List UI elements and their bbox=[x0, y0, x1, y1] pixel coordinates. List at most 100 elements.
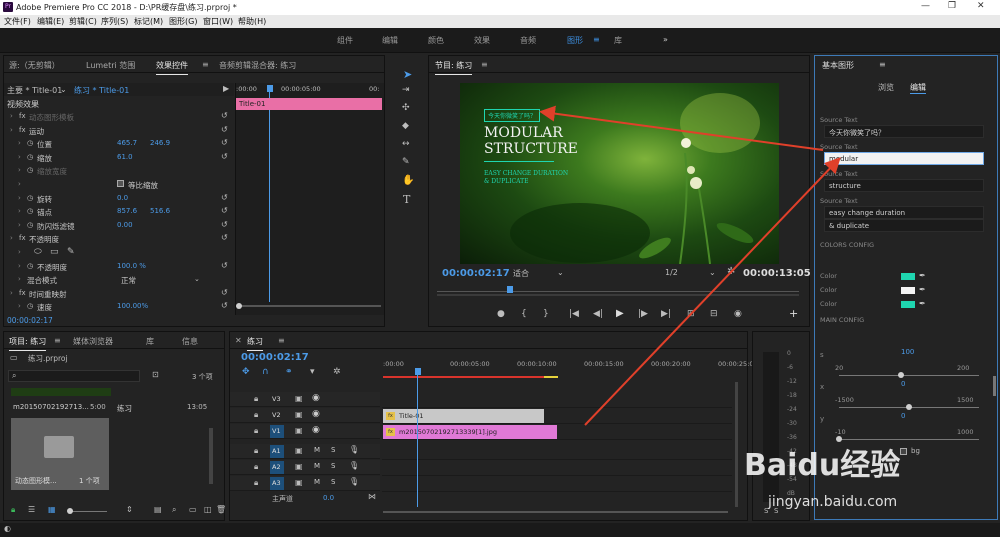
reset-icon[interactable]: ↺ bbox=[221, 206, 228, 215]
go-to-in-icon[interactable]: |◀ bbox=[569, 309, 579, 319]
wrench-icon[interactable]: ✲ bbox=[727, 266, 735, 277]
tab-project[interactable]: 项目: 练习 bbox=[9, 336, 47, 351]
slip-tool-icon[interactable]: ↔ bbox=[402, 139, 410, 149]
expand-toggle-icon[interactable]: › bbox=[18, 262, 21, 270]
sequence-clip[interactable]: 练习 * Title-01 bbox=[74, 85, 129, 96]
effect-value[interactable]: 246.9 bbox=[150, 139, 170, 147]
timeline-title[interactable]: 练习 bbox=[247, 336, 263, 351]
fx-badge[interactable]: fx bbox=[19, 112, 26, 120]
effect-value[interactable]: 100.00% bbox=[117, 302, 148, 310]
effect-row[interactable]: › ◷ 不透明度 100.0 % ↺ bbox=[4, 261, 234, 274]
zoom-slider-knob[interactable] bbox=[67, 508, 73, 514]
reset-icon[interactable]: ↺ bbox=[221, 125, 228, 134]
source-text-field[interactable]: & duplicate bbox=[824, 219, 984, 232]
solo-button[interactable]: S bbox=[331, 478, 335, 486]
tab-lumetri[interactable]: Lumetri 范围 bbox=[86, 60, 135, 71]
tab-media-browser[interactable]: 媒体浏览器 bbox=[73, 336, 113, 347]
rect-mask-icon[interactable]: ▭ bbox=[50, 247, 59, 257]
track-lock-icon[interactable]: 🔒︎ bbox=[254, 446, 258, 456]
expand-toggle-icon[interactable]: › bbox=[10, 289, 13, 297]
new-item-icon[interactable]: ◫ bbox=[204, 505, 212, 514]
lift-icon[interactable]: ⊞ bbox=[687, 309, 695, 319]
timeline-timecode[interactable]: 00:00:02:17 bbox=[241, 352, 309, 363]
tab-libraries[interactable]: 库 bbox=[146, 336, 154, 347]
new-bin-bottom-icon[interactable]: ▭ bbox=[189, 505, 197, 514]
expand-toggle-icon[interactable]: › bbox=[18, 248, 21, 256]
solo-button[interactable]: S bbox=[331, 462, 335, 470]
selection-tool-icon[interactable]: ➤ bbox=[403, 68, 412, 81]
ripple-edit-tool-icon[interactable]: ✣ bbox=[402, 103, 410, 113]
blend-mode-select[interactable]: 正常 bbox=[121, 275, 136, 286]
stopwatch-icon[interactable]: ◷ bbox=[27, 262, 33, 270]
mic-icon[interactable]: 🎙︎ bbox=[349, 477, 359, 486]
step-forward-icon[interactable]: |▶ bbox=[638, 309, 648, 319]
menu-help[interactable]: 帮助(H) bbox=[238, 16, 266, 27]
ec-scrollbar[interactable] bbox=[239, 305, 381, 307]
source-text-field[interactable]: structure bbox=[824, 179, 984, 192]
master-end-icon[interactable]: ⋈ bbox=[368, 492, 376, 501]
timeline-scrollbar[interactable] bbox=[383, 511, 728, 513]
eg-scrollbar[interactable] bbox=[993, 376, 996, 396]
effect-row[interactable]: › ◷ 速度 100.00% ↺ bbox=[4, 301, 234, 314]
ec-timecode[interactable]: 00:00:02:17 bbox=[7, 316, 53, 325]
item-name-sequence[interactable]: 练习 bbox=[117, 403, 132, 414]
minimize-icon[interactable]: — bbox=[921, 1, 930, 11]
expand-toggle-icon[interactable]: › bbox=[10, 112, 13, 120]
track-select-tool-icon[interactable]: ⇥ bbox=[402, 85, 410, 95]
sync-lock-icon[interactable]: ▣ bbox=[295, 410, 303, 419]
snap-icon[interactable]: ∩ bbox=[262, 367, 269, 377]
fx-badge[interactable]: fx bbox=[19, 126, 26, 134]
menu-sequence[interactable]: 序列(S) bbox=[101, 16, 128, 27]
item-name-image[interactable]: m20150702192713... bbox=[13, 403, 89, 411]
fx-badge[interactable]: fx bbox=[19, 234, 26, 242]
add-marker-icon[interactable]: ▾ bbox=[310, 367, 315, 377]
effect-row[interactable]: › ◷ 旋转 0.0 ↺ bbox=[4, 193, 234, 206]
sync-lock-icon[interactable]: ▣ bbox=[295, 426, 303, 435]
stopwatch-icon[interactable]: ◷ bbox=[27, 166, 33, 174]
source-text-field[interactable]: easy change duration bbox=[824, 206, 984, 219]
track-lock-icon[interactable]: 🔒︎ bbox=[254, 410, 258, 420]
video-preview[interactable]: 今天你微笑了吗？ MODULAR STRUCTURE EASY CHANGE D… bbox=[460, 83, 779, 264]
effect-row[interactable]: › ⬭ ▭ ✎ bbox=[4, 247, 234, 260]
workspace-assembly[interactable]: 组件 bbox=[337, 35, 353, 46]
program-zoom-bar[interactable] bbox=[437, 294, 799, 296]
reset-icon[interactable]: ↺ bbox=[221, 288, 228, 297]
timeline-clip[interactable]: fx m20150702192713339[1].jpg bbox=[383, 425, 558, 439]
icon-view-icon[interactable]: ▦ bbox=[48, 505, 56, 514]
master-value[interactable]: 0.0 bbox=[323, 494, 334, 502]
add-button-icon[interactable]: + bbox=[789, 307, 798, 320]
effect-row[interactable]: › fx 时间重映射 ↺ bbox=[4, 288, 234, 301]
reset-icon[interactable]: ↺ bbox=[221, 220, 228, 229]
eye-icon[interactable]: ◉ bbox=[312, 409, 320, 419]
effect-value[interactable]: 61.0 bbox=[117, 153, 133, 161]
effect-value[interactable]: 100.0 % bbox=[117, 262, 146, 270]
ec-clip-bar[interactable]: Title-01 bbox=[236, 98, 382, 110]
list-view-icon[interactable]: ☰ bbox=[28, 505, 35, 514]
hand-tool-icon[interactable]: ✋ bbox=[402, 175, 414, 186]
master-clip[interactable]: 主要 * Title-01 bbox=[7, 85, 62, 96]
program-title[interactable]: 节目: 练习 bbox=[435, 60, 473, 75]
bg-checkbox[interactable] bbox=[900, 448, 907, 455]
mark-in-icon[interactable]: { bbox=[521, 309, 527, 319]
timeline-wrench-icon[interactable]: ✲ bbox=[333, 367, 341, 377]
menu-edit[interactable]: 编辑(E) bbox=[37, 16, 64, 27]
step-back-icon[interactable]: ◀| bbox=[593, 309, 603, 319]
expand-toggle-icon[interactable]: › bbox=[18, 153, 21, 161]
eye-icon[interactable]: ◉ bbox=[312, 393, 320, 403]
expand-toggle-icon[interactable]: › bbox=[18, 275, 21, 283]
tab-menu-icon[interactable]: ≡ bbox=[202, 60, 209, 69]
uniform-scale-checkbox[interactable] bbox=[117, 180, 124, 187]
reset-icon[interactable]: ↺ bbox=[221, 193, 228, 202]
effect-row[interactable]: › ◷ 缩放宽度 bbox=[4, 165, 234, 178]
expand-toggle-icon[interactable]: › bbox=[18, 302, 21, 310]
expand-toggle-icon[interactable]: › bbox=[10, 126, 13, 134]
play-button-icon[interactable]: ▶ bbox=[616, 308, 624, 319]
eg-tab-edit[interactable]: 编辑 bbox=[910, 82, 926, 94]
mic-icon[interactable]: 🎙︎ bbox=[349, 461, 359, 470]
menu-graphics[interactable]: 图形(G) bbox=[169, 16, 197, 27]
effect-value[interactable]: 465.7 bbox=[117, 139, 137, 147]
mic-icon[interactable]: 🎙︎ bbox=[349, 445, 359, 454]
color-swatch[interactable] bbox=[901, 273, 915, 280]
color-swatch[interactable] bbox=[901, 301, 915, 308]
program-timecode[interactable]: 00:00:02:17 bbox=[442, 268, 510, 279]
